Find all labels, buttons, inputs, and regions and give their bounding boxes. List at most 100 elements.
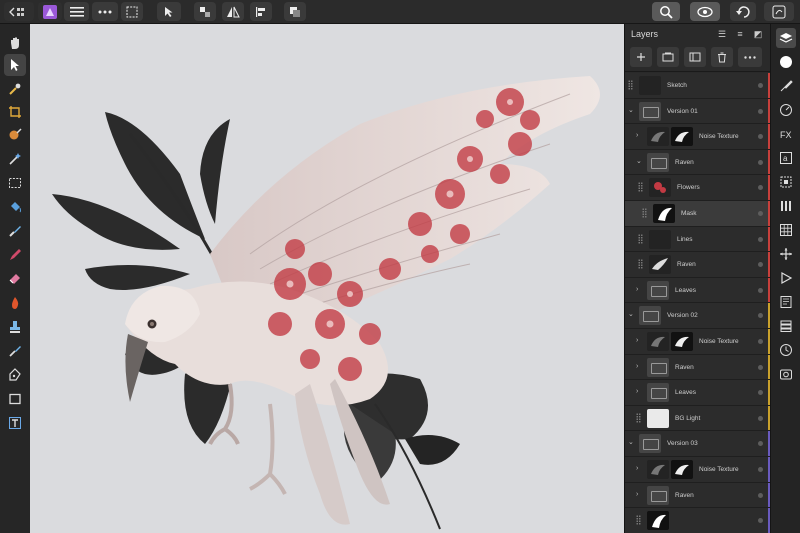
- navigator-studio-tab[interactable]: [776, 220, 796, 240]
- chevron-right-icon[interactable]: ›: [636, 491, 642, 499]
- more-button[interactable]: [92, 2, 118, 21]
- marquee-tool[interactable]: [4, 172, 26, 194]
- undo-button[interactable]: [730, 2, 756, 21]
- layer-row[interactable]: Flowers: [625, 175, 770, 201]
- layer-row[interactable]: BG Light: [625, 405, 770, 432]
- visibility-toggle[interactable]: [758, 466, 763, 472]
- blemish-tool[interactable]: [4, 340, 26, 362]
- layer-row[interactable]: ⌄ Version 01: [625, 98, 770, 125]
- chevron-right-icon[interactable]: ›: [636, 337, 642, 345]
- clone-brush-tool[interactable]: [4, 316, 26, 338]
- chevron-right-icon[interactable]: ›: [636, 132, 642, 140]
- transform-studio-tab[interactable]: [776, 172, 796, 192]
- layer-row[interactable]: › Leaves: [625, 277, 770, 304]
- visibility-toggle[interactable]: [758, 364, 763, 370]
- chevron-right-icon[interactable]: ›: [636, 465, 642, 473]
- visibility-toggle[interactable]: [758, 159, 763, 165]
- view-tool[interactable]: [4, 32, 26, 54]
- visibility-toggle[interactable]: [758, 185, 763, 191]
- visibility-toggle[interactable]: [758, 210, 763, 216]
- help-button[interactable]: [764, 2, 794, 21]
- visibility-toggle[interactable]: [758, 262, 763, 268]
- pen-tool[interactable]: [4, 364, 26, 386]
- visibility-toggle[interactable]: [758, 338, 763, 344]
- chevron-down-icon[interactable]: ⌄: [628, 107, 634, 115]
- pixel-tool[interactable]: [4, 244, 26, 266]
- visibility-toggle[interactable]: [758, 518, 763, 524]
- layer-row[interactable]: ⌄ Version 03: [625, 431, 770, 457]
- crop-tool[interactable]: [4, 101, 26, 123]
- arrange-button[interactable]: [284, 2, 306, 21]
- erase-brush-tool[interactable]: [4, 267, 26, 289]
- stock-studio-tab[interactable]: [776, 316, 796, 336]
- flip-button[interactable]: [222, 2, 244, 21]
- align-button[interactable]: [250, 2, 272, 21]
- library-studio-tab[interactable]: [776, 292, 796, 312]
- flood-select-tool[interactable]: [4, 148, 26, 170]
- delete-layer-button[interactable]: [711, 47, 733, 67]
- text-tool[interactable]: [4, 412, 26, 434]
- drag-handle-icon[interactable]: [638, 259, 643, 270]
- anchor-studio-tab[interactable]: [776, 244, 796, 264]
- move-tool[interactable]: [4, 54, 26, 76]
- layers-menu-icon[interactable]: ≡: [734, 28, 746, 40]
- chevron-down-icon[interactable]: ⌄: [636, 158, 642, 166]
- visibility-toggle[interactable]: [758, 390, 763, 396]
- layer-row[interactable]: Mask: [625, 200, 770, 227]
- drag-handle-icon[interactable]: [638, 182, 643, 193]
- chevron-right-icon[interactable]: ›: [636, 388, 642, 396]
- visibility-toggle[interactable]: [758, 134, 763, 140]
- macro-studio-tab[interactable]: [776, 268, 796, 288]
- adjustments-studio-tab[interactable]: [776, 100, 796, 120]
- rectangle-tool[interactable]: [4, 388, 26, 410]
- text-styles-studio-tab[interactable]: a: [776, 148, 796, 168]
- snapping-button[interactable]: [194, 2, 216, 21]
- layer-row[interactable]: › Noise Texture: [625, 124, 770, 150]
- chevron-down-icon[interactable]: ⌄: [628, 311, 634, 319]
- selection-button[interactable]: [121, 2, 143, 21]
- drag-handle-icon[interactable]: [638, 233, 643, 244]
- paint-brush-tool[interactable]: [4, 220, 26, 242]
- layer-row[interactable]: ⌄ Raven: [625, 149, 770, 176]
- burn-brush-tool[interactable]: [4, 292, 26, 314]
- layer-row[interactable]: › Raven: [625, 354, 770, 381]
- color-studio-tab[interactable]: [776, 52, 796, 72]
- chevron-right-icon[interactable]: ›: [636, 286, 642, 294]
- chevron-right-icon[interactable]: ›: [636, 363, 642, 371]
- color-picker-tool[interactable]: [4, 78, 26, 100]
- layers-more-button[interactable]: [738, 47, 762, 67]
- history-studio-tab[interactable]: [776, 340, 796, 360]
- brushes-studio-tab[interactable]: [776, 76, 796, 96]
- move-button[interactable]: [157, 2, 181, 21]
- visibility-toggle[interactable]: [758, 287, 763, 293]
- main-menu-button[interactable]: [64, 2, 89, 21]
- selection-brush-tool[interactable]: [4, 124, 26, 146]
- layer-row[interactable]: › Noise Texture: [625, 456, 770, 483]
- add-layer-button[interactable]: [630, 47, 652, 67]
- layer-row[interactable]: › Leaves: [625, 380, 770, 406]
- visibility-toggle[interactable]: [758, 415, 763, 421]
- flood-fill-tool[interactable]: [4, 196, 26, 218]
- visibility-toggle[interactable]: [758, 492, 763, 498]
- snapshots-studio-tab[interactable]: [776, 364, 796, 384]
- visibility-toggle[interactable]: [758, 441, 763, 447]
- layer-row[interactable]: ⌄ Version 02: [625, 303, 770, 329]
- visibility-toggle[interactable]: [758, 108, 763, 114]
- persona-switch-button[interactable]: [38, 2, 62, 21]
- layer-row[interactable]: › Raven: [625, 482, 770, 509]
- channels-studio-tab[interactable]: [776, 196, 796, 216]
- drag-handle-icon[interactable]: [628, 80, 633, 90]
- group-layers-button[interactable]: [657, 47, 679, 67]
- back-to-documents-button[interactable]: [4, 2, 34, 21]
- layer-row[interactable]: [625, 508, 770, 533]
- layer-row[interactable]: Sketch: [625, 73, 770, 99]
- drag-handle-icon[interactable]: [642, 207, 647, 218]
- chevron-down-icon[interactable]: ⌄: [628, 439, 634, 447]
- panel-collapse-icon[interactable]: ◩: [752, 28, 764, 40]
- visibility-toggle[interactable]: [758, 313, 763, 319]
- layers-studio-tab[interactable]: [776, 28, 796, 48]
- layers-options-icon[interactable]: ☰: [716, 28, 728, 40]
- zoom-button[interactable]: [652, 2, 680, 21]
- layer-row[interactable]: › Noise Texture: [625, 328, 770, 355]
- drag-handle-icon[interactable]: [636, 515, 641, 526]
